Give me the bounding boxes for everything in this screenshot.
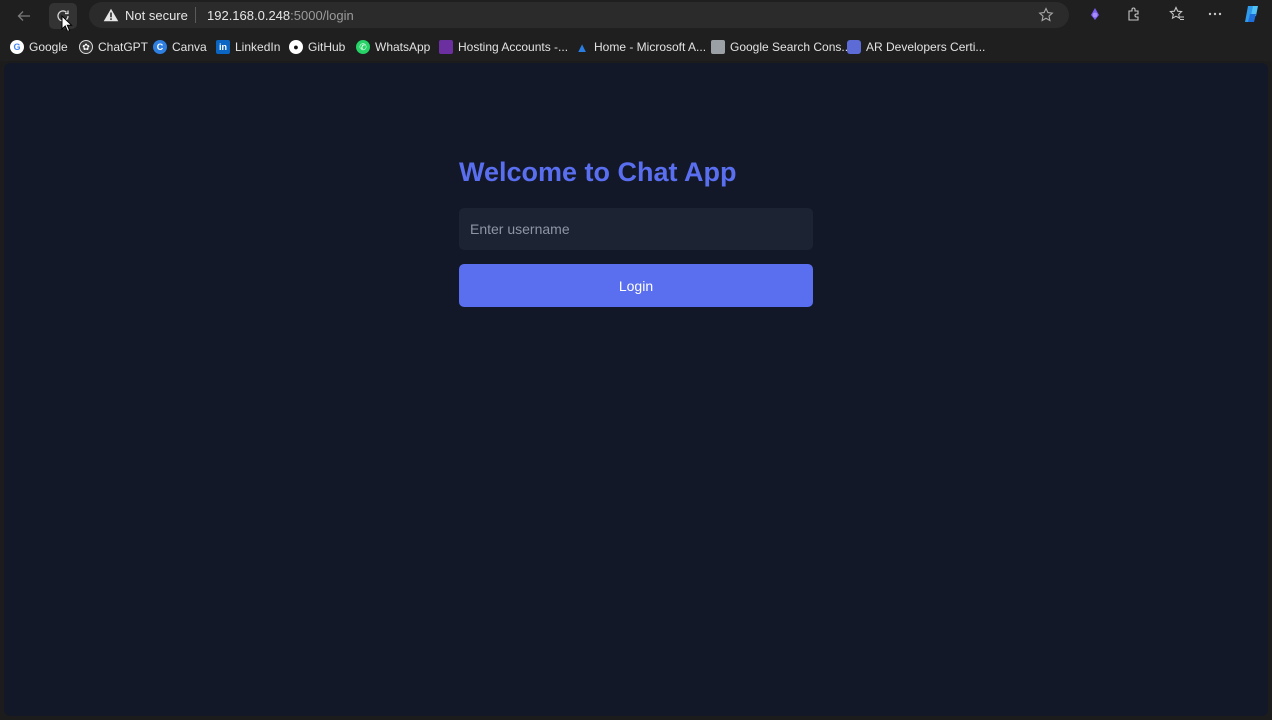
hosting-icon xyxy=(439,40,453,54)
copilot-icon xyxy=(1245,6,1258,22)
favorites-button[interactable] xyxy=(1168,5,1186,23)
azure-icon: ▲ xyxy=(575,39,589,55)
address-bar[interactable]: Not secure 192.168.0.248:5000/login xyxy=(89,2,1069,28)
bookmark-label: Canva xyxy=(172,40,207,54)
url-text[interactable]: 192.168.0.248:5000/login xyxy=(207,8,354,23)
github-icon: ● xyxy=(289,40,303,54)
page-content: Welcome to Chat App Login xyxy=(4,63,1268,716)
back-button[interactable] xyxy=(10,3,38,29)
favorites-icon xyxy=(1169,6,1184,21)
copilot-button[interactable] xyxy=(1242,4,1262,24)
ar-dev-icon xyxy=(847,40,861,54)
bookmark-chatgpt[interactable]: ✿ ChatGPT xyxy=(79,39,148,55)
url-host: 192.168.0.248 xyxy=(207,8,291,23)
star-icon[interactable] xyxy=(1038,7,1054,23)
search-console-icon xyxy=(711,40,725,54)
bookmark-linkedin[interactable]: in LinkedIn xyxy=(216,39,280,55)
login-button[interactable]: Login xyxy=(459,264,813,307)
chatgpt-icon: ✿ xyxy=(79,40,93,54)
extensions-icon xyxy=(1128,7,1139,21)
bookmark-label: GitHub xyxy=(308,40,346,54)
google-icon: G xyxy=(10,40,24,54)
bookmark-label: Home - Microsoft A... xyxy=(594,40,707,54)
bookmark-ar-developers[interactable]: AR Developers Certi... xyxy=(847,39,985,55)
whatsapp-icon: ✆ xyxy=(356,40,370,54)
bookmark-label: LinkedIn xyxy=(235,40,281,54)
bookmark-label: Google xyxy=(29,40,68,54)
bookmark-canva[interactable]: C Canva xyxy=(153,39,207,55)
bookmark-google[interactable]: G Google xyxy=(10,39,68,55)
page-title: Welcome to Chat App xyxy=(459,157,737,187)
bookmarks-bar: G Google ✿ ChatGPT C Canva in LinkedIn ●… xyxy=(0,31,1272,61)
bookmark-label: Hosting Accounts -... xyxy=(458,40,569,54)
bookmark-label: WhatsApp xyxy=(375,40,431,54)
bookmark-whatsapp[interactable]: ✆ WhatsApp xyxy=(356,39,430,55)
copilot-gem-button[interactable] xyxy=(1086,5,1104,23)
back-arrow-icon xyxy=(17,11,30,21)
linkedin-icon: in xyxy=(216,40,230,54)
security-status-label[interactable]: Not secure xyxy=(125,8,188,23)
username-input[interactable] xyxy=(459,208,813,250)
bookmark-label: Google Search Cons... xyxy=(730,40,852,54)
extensions-button[interactable] xyxy=(1125,5,1143,23)
copilot-gem-icon xyxy=(1091,8,1099,20)
bookmark-hosting-accounts[interactable]: Hosting Accounts -... xyxy=(439,39,568,55)
bookmark-microsoft-azure[interactable]: ▲ Home - Microsoft A... xyxy=(575,39,706,55)
canva-icon: C xyxy=(153,40,167,54)
address-bar-divider xyxy=(195,7,196,23)
bookmark-label: AR Developers Certi... xyxy=(866,40,986,54)
bookmark-label: ChatGPT xyxy=(98,40,149,54)
warning-icon[interactable] xyxy=(103,8,119,22)
bookmark-github[interactable]: ● GitHub xyxy=(289,39,345,55)
more-icon xyxy=(1208,12,1222,16)
more-button[interactable] xyxy=(1206,5,1224,23)
url-path: :5000/login xyxy=(290,8,354,23)
browser-toolbar: Not secure 192.168.0.248:5000/login xyxy=(0,0,1272,33)
bookmark-google-search-console[interactable]: Google Search Cons... xyxy=(711,39,851,55)
